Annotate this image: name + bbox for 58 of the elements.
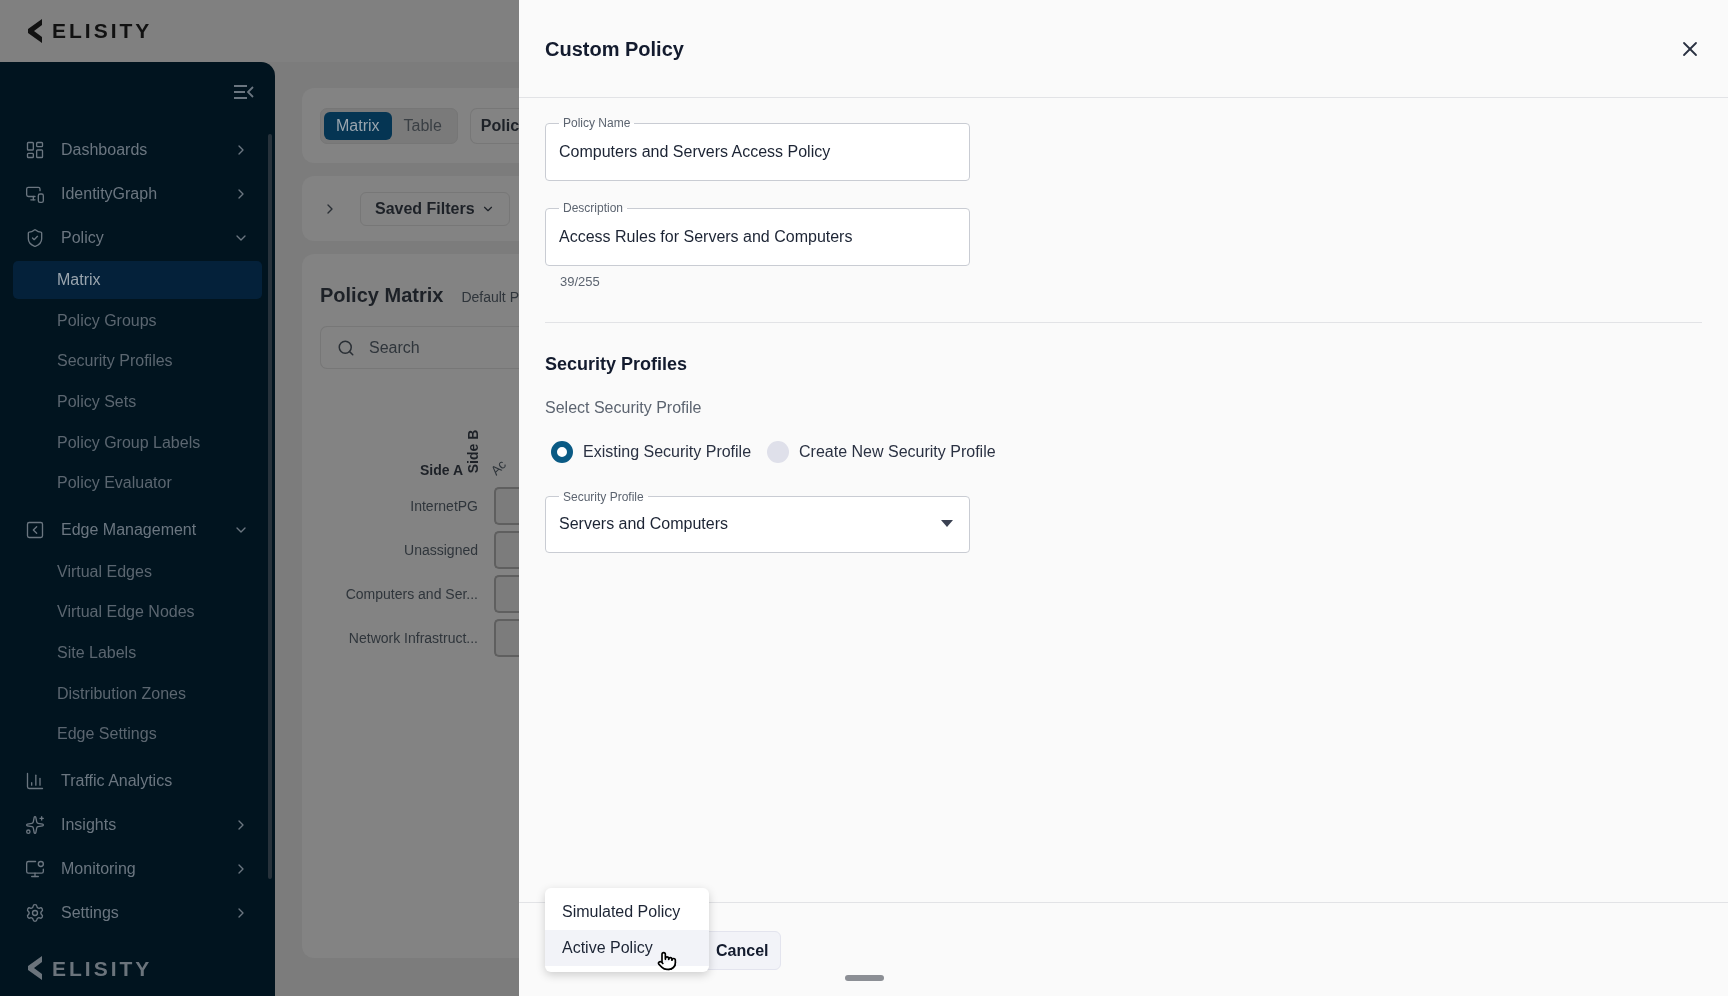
matrix-cell[interactable]	[494, 619, 519, 657]
menu-item[interactable]: Active Policy	[545, 930, 709, 966]
search-icon	[337, 338, 355, 357]
search-field[interactable]: Search	[320, 326, 519, 369]
monitor-icon	[25, 858, 45, 879]
sidebar-item[interactable]: IdentityGraph	[0, 172, 275, 216]
drawer-title: Custom Policy	[545, 36, 684, 62]
sidebar-subitem[interactable]: Site Labels	[13, 634, 262, 673]
matrix-subtitle: Default P	[461, 288, 519, 307]
sidebar-subitem[interactable]: Matrix	[13, 261, 262, 300]
matrix-title: Policy Matrix	[320, 283, 444, 308]
collapse-menu-icon[interactable]	[233, 84, 255, 100]
sidebar-subitem[interactable]: Policy Group Labels	[13, 423, 262, 462]
settings-icon	[25, 902, 45, 923]
view-tab[interactable]: Matrix	[324, 111, 392, 140]
dropdown-caret-icon	[941, 520, 953, 527]
sidebar-item[interactable]: Insights	[0, 802, 275, 847]
sidebar-item[interactable]: Settings	[0, 890, 275, 935]
sidebar-subitem[interactable]: Policy Groups	[13, 301, 262, 340]
shield-icon	[25, 228, 45, 248]
view-tab[interactable]: Table	[391, 111, 454, 140]
bar-chart-icon	[25, 770, 45, 791]
sidebar-subitem[interactable]: Security Profiles	[13, 342, 262, 381]
devices-icon	[25, 184, 45, 204]
matrix-cell[interactable]	[494, 487, 519, 525]
sidebar-item[interactable]: Policy	[0, 216, 275, 260]
sidebar-subitem[interactable]: Policy Evaluator	[13, 464, 262, 503]
column-header: Ac	[486, 455, 511, 480]
side-a-label: Side A	[420, 461, 464, 480]
handle-bar	[845, 975, 884, 981]
section-title: Security Profiles	[545, 352, 689, 376]
logo-text: ELISITY	[52, 18, 153, 45]
sidebar-subitem[interactable]: Edge Settings	[13, 715, 262, 754]
matrix-cell[interactable]	[494, 531, 519, 569]
sidebar-subitem[interactable]: Distribution Zones	[13, 674, 262, 713]
row-label: InternetPG	[409, 496, 478, 516]
matrix-cell[interactable]	[494, 575, 519, 613]
sparkle-icon	[25, 814, 45, 835]
sidebar-item[interactable]: Dashboards	[0, 128, 275, 172]
sidebar-subitem[interactable]: Virtual Edges	[13, 552, 262, 591]
sidebar-item[interactable]: Traffic Analytics	[0, 758, 275, 803]
sidebar-item[interactable]: Monitoring	[0, 846, 275, 891]
row-label: Network Infrastruct...	[347, 628, 478, 648]
logo-text: ELISITY	[52, 955, 153, 982]
dashboard-icon	[25, 140, 45, 160]
sidebar-subitem[interactable]: Virtual Edge Nodes	[13, 593, 262, 632]
saved-filters-dropdown[interactable]: Saved Filters	[360, 191, 510, 226]
sidebar-item[interactable]: Edge Management	[0, 507, 275, 552]
sidebar-subitem[interactable]: Policy Sets	[13, 383, 262, 422]
back-square-icon	[25, 519, 45, 540]
radio-option[interactable]: Create New Security Profile	[767, 439, 996, 464]
radio-option[interactable]: Existing Security Profile	[551, 439, 752, 464]
menu-item[interactable]: Simulated Policy	[545, 894, 709, 930]
character-counter: 39/255	[560, 273, 601, 291]
side-b-label: Side B	[465, 429, 483, 473]
row-label: Unassigned	[403, 540, 478, 560]
row-label: Computers and Ser...	[344, 584, 478, 604]
section-prompt: Select Security Profile	[545, 397, 703, 418]
